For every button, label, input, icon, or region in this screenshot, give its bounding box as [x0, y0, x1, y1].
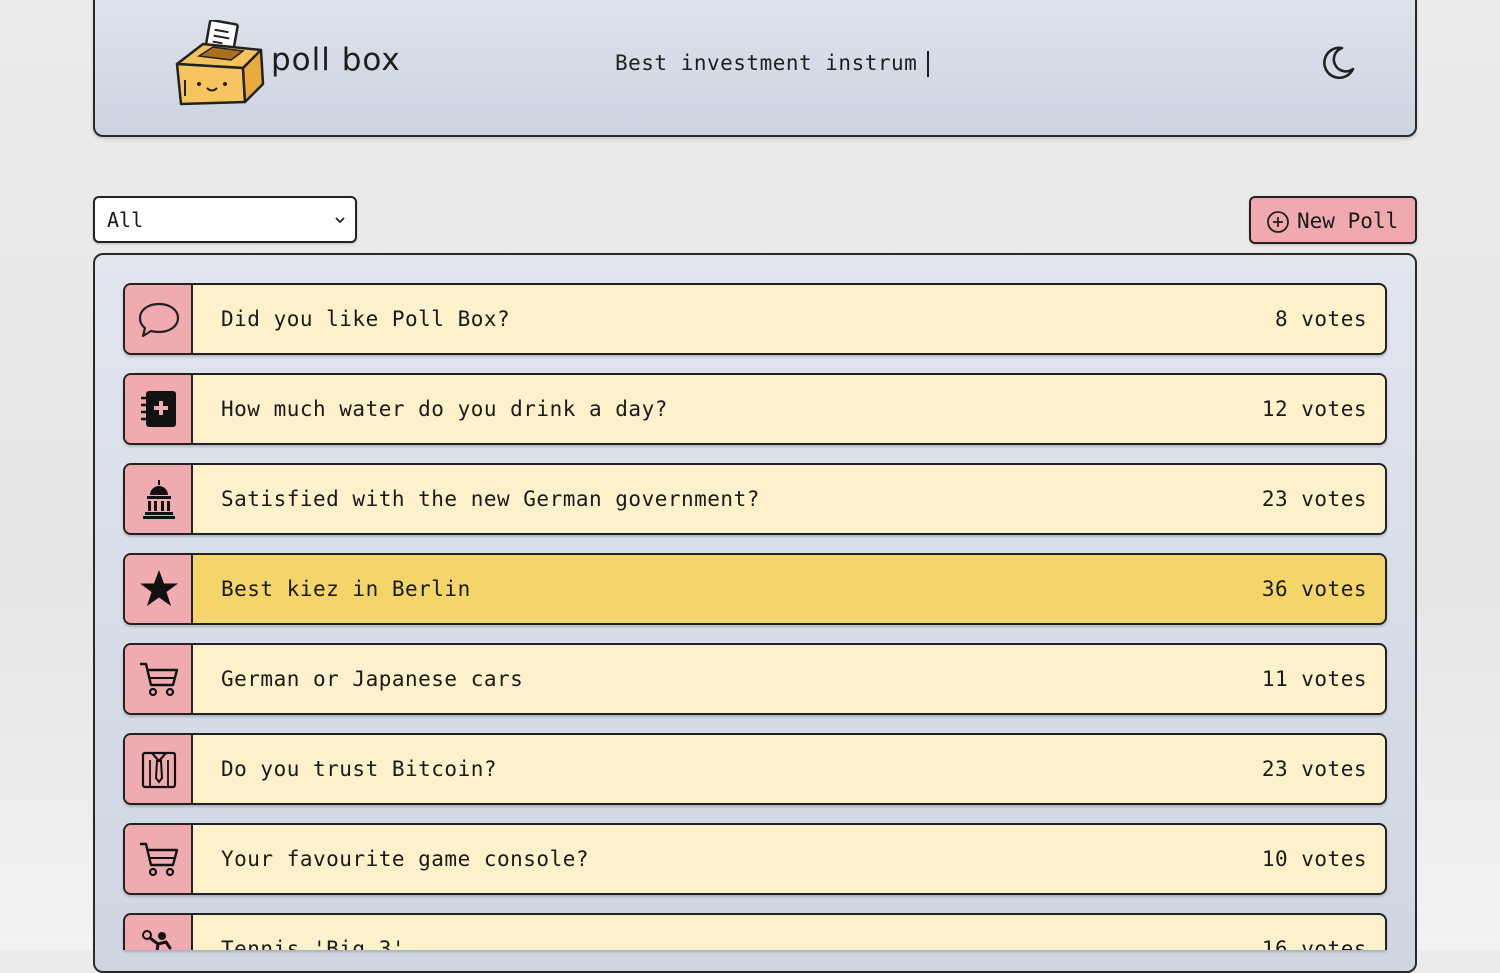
filter-selected-value: All: [107, 208, 144, 232]
poll-row[interactable]: Tennis 'Big 3' 16 votes: [123, 913, 1387, 950]
poll-icon-box: [125, 555, 193, 623]
poll-row[interactable]: Do you trust Bitcoin? 23 votes: [123, 733, 1387, 805]
poll-question: Satisfied with the new German government…: [221, 487, 760, 511]
poll-question: Best kiez in Berlin: [221, 577, 471, 601]
tennis-player-icon: [142, 930, 172, 950]
poll-icon-box: [125, 465, 193, 533]
poll-question: Did you like Poll Box?: [221, 307, 511, 331]
poll-vote-count: 8 votes: [1274, 307, 1367, 331]
capitol-building-icon: [143, 480, 175, 519]
text-caret: [927, 51, 929, 77]
poll-icon-box: [125, 735, 193, 803]
poll-vote-count: 23 votes: [1261, 757, 1367, 781]
poll-icon-box: [125, 285, 193, 353]
poll-icon-box: [125, 825, 193, 893]
poll-icon-box: [125, 645, 193, 713]
poll-vote-count: 16 votes: [1261, 937, 1367, 950]
poll-question: Tennis 'Big 3': [221, 937, 406, 950]
poll-row[interactable]: German or Japanese cars 11 votes: [123, 643, 1387, 715]
poll-row[interactable]: Your favourite game console? 10 votes: [123, 823, 1387, 895]
speech-bubble-icon: [138, 302, 180, 338]
moon-icon[interactable]: [1320, 45, 1356, 81]
search-input[interactable]: [615, 46, 1055, 80]
poll-question: How much water do you drink a day?: [221, 397, 668, 421]
poll-row[interactable]: Did you like Poll Box? 8 votes: [123, 283, 1387, 355]
ballot-box-logo-icon[interactable]: [173, 20, 269, 110]
poll-row[interactable]: Satisfied with the new German government…: [123, 463, 1387, 535]
poll-vote-count: 12 votes: [1261, 397, 1367, 421]
poll-vote-count: 23 votes: [1261, 487, 1367, 511]
poll-question: German or Japanese cars: [221, 667, 524, 691]
poll-row[interactable]: How much water do you drink a day? 12 vo…: [123, 373, 1387, 445]
app-header: poll box: [93, 0, 1417, 137]
category-filter-select[interactable]: All: [93, 196, 357, 243]
shopping-cart-icon: [140, 662, 179, 697]
chevron-down-icon: [335, 217, 345, 224]
poll-vote-count: 36 votes: [1261, 577, 1367, 601]
brand-name[interactable]: poll box: [271, 42, 401, 78]
poll-vote-count: 10 votes: [1261, 847, 1367, 871]
new-poll-button[interactable]: New Poll: [1249, 196, 1417, 244]
new-poll-label: New Poll: [1297, 209, 1399, 233]
medical-notebook-icon: [141, 391, 176, 427]
poll-icon-box: [125, 915, 193, 950]
shirt-tie-icon: [141, 751, 177, 789]
plus-circle-icon: [1267, 211, 1289, 233]
shopping-cart-icon: [140, 842, 179, 877]
poll-row-active[interactable]: Best kiez in Berlin 36 votes: [123, 553, 1387, 625]
star-icon: [140, 570, 178, 606]
poll-icon-box: [125, 375, 193, 443]
poll-question: Your favourite game console?: [221, 847, 590, 871]
poll-vote-count: 11 votes: [1261, 667, 1367, 691]
poll-question: Do you trust Bitcoin?: [221, 757, 498, 781]
